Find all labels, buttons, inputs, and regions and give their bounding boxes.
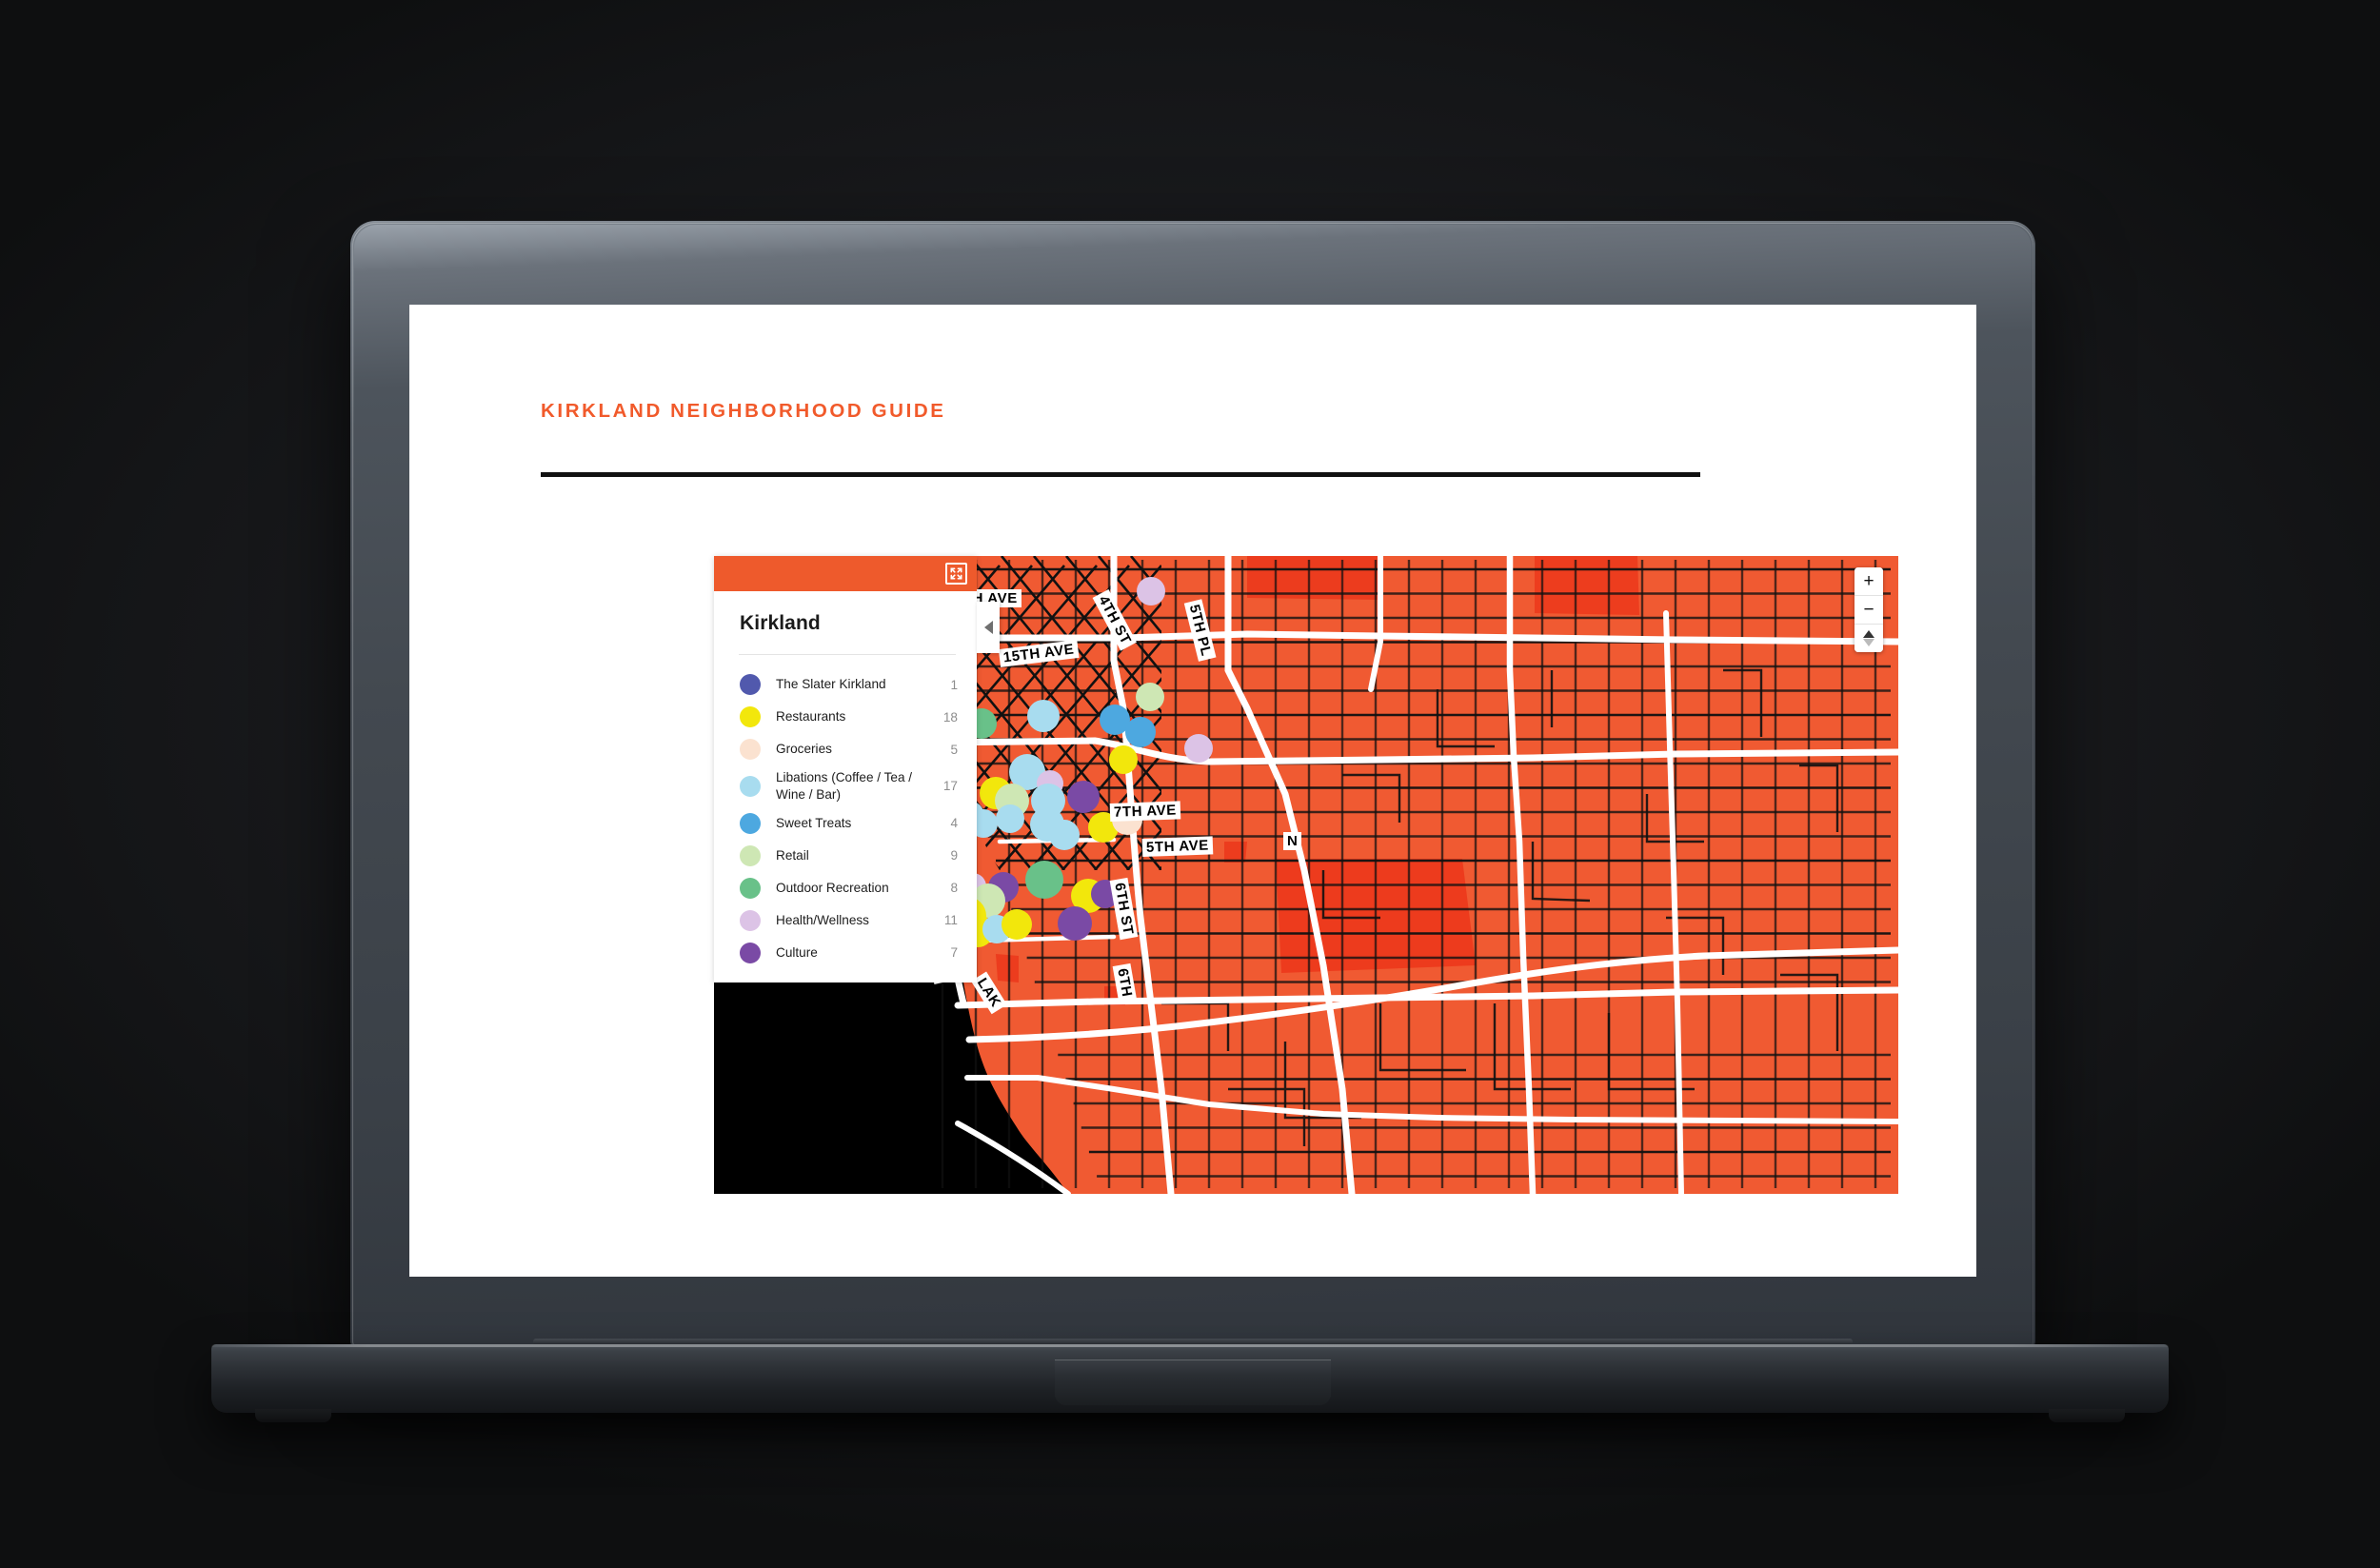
compass-down-arrow-icon — [1863, 639, 1874, 646]
legend-item-count: 7 — [950, 945, 958, 961]
compass-tilt-icon[interactable] — [1854, 625, 1883, 652]
legend-item-label: Libations (Coffee / Tea / Wine / Bar) — [776, 770, 913, 802]
webpage: KIRKLAND NEIGHBORHOOD GUIDE 18TH AVE 4TH … — [409, 305, 1976, 1277]
title-divider-rule — [541, 472, 1700, 477]
street-label: N — [1283, 832, 1302, 850]
legend-item[interactable]: The Slater Kirkland 1 — [714, 668, 977, 701]
legend-item-label: Sweet Treats — [776, 815, 852, 830]
laptop-mockup: KIRKLAND NEIGHBORHOOD GUIDE 18TH AVE 4TH … — [0, 0, 2380, 1568]
legend-body: Kirkland The Slater Kirkland 1 Restaurants… — [714, 591, 977, 982]
laptop-base-notch — [1055, 1360, 1331, 1405]
legend-item-count: 11 — [943, 913, 958, 928]
map-marker[interactable] — [1184, 734, 1213, 763]
map-marker[interactable] — [1025, 861, 1063, 899]
legend-color-swatch — [740, 706, 761, 727]
map-marker[interactable] — [996, 804, 1024, 833]
legend-item-count: 4 — [950, 816, 958, 831]
legend-item-count: 5 — [950, 742, 958, 757]
legend-item-count: 9 — [950, 848, 958, 863]
legend-item[interactable]: Health/Wellness 11 — [714, 904, 977, 937]
legend-item[interactable]: Groceries 5 — [714, 733, 977, 765]
legend-color-swatch — [740, 739, 761, 760]
legend-color-swatch — [740, 674, 761, 695]
legend-color-swatch — [740, 877, 761, 899]
map-marker[interactable] — [1058, 906, 1092, 941]
legend-item-label: Health/Wellness — [776, 912, 869, 927]
laptop-base-highlight — [211, 1344, 2169, 1347]
legend-color-swatch — [740, 909, 761, 931]
laptop-foot-right — [2049, 1409, 2125, 1422]
map-marker[interactable] — [1136, 683, 1164, 711]
street-label: 7TH AVE — [1109, 801, 1181, 822]
chevron-left-icon — [983, 621, 993, 634]
legend-item[interactable]: Retail 9 — [714, 840, 977, 872]
legend-item-label: The Slater Kirkland — [776, 677, 886, 692]
legend-item-label: Retail — [776, 847, 809, 863]
zoom-in-button[interactable]: + — [1854, 567, 1883, 596]
map-marker[interactable] — [1067, 781, 1100, 813]
map-marker[interactable] — [1125, 717, 1156, 747]
legend-header-bar — [714, 556, 977, 591]
legend-item-count: 1 — [950, 677, 958, 692]
map-marker[interactable] — [1049, 820, 1080, 850]
map-legend-panel[interactable]: Kirkland The Slater Kirkland 1 Restaurants… — [714, 556, 977, 982]
legend-color-swatch — [740, 775, 761, 797]
legend-item-label: Groceries — [776, 742, 832, 757]
legend-item-label: Culture — [776, 944, 818, 960]
legend-item[interactable]: Restaurants 18 — [714, 701, 977, 733]
legend-item-count: 8 — [950, 881, 958, 896]
laptop-foot-left — [255, 1409, 331, 1422]
zoom-out-button[interactable]: − — [1854, 596, 1883, 625]
street-label: 5TH AVE — [1141, 836, 1214, 857]
page-title: KIRKLAND NEIGHBORHOOD GUIDE — [541, 400, 946, 422]
fullscreen-expand-icon[interactable] — [945, 563, 967, 585]
map-marker[interactable] — [1137, 577, 1165, 605]
legend-item-count: 17 — [942, 779, 958, 794]
legend-color-swatch — [740, 844, 761, 866]
legend-item-label: Outdoor Recreation — [776, 880, 889, 895]
panel-collapse-button[interactable] — [977, 602, 1000, 653]
map-zoom-controls[interactable]: + − — [1854, 567, 1883, 652]
compass-up-arrow-icon — [1863, 630, 1874, 638]
legend-item-label: Restaurants — [776, 709, 846, 724]
legend-item-count: 18 — [942, 709, 958, 724]
map-marker[interactable] — [1027, 700, 1060, 732]
laptop-screen: KIRKLAND NEIGHBORHOOD GUIDE 18TH AVE 4TH … — [409, 305, 1976, 1277]
legend-color-swatch — [740, 942, 761, 963]
map-marker[interactable] — [1002, 909, 1032, 940]
legend-item[interactable]: Culture 7 — [714, 937, 977, 969]
map-marker[interactable] — [1109, 745, 1138, 774]
legend-heading: Kirkland — [740, 612, 821, 634]
legend-item[interactable]: Libations (Coffee / Tea / Wine / Bar) 17 — [714, 765, 977, 807]
legend-item[interactable]: Outdoor Recreation 8 — [714, 872, 977, 904]
legend-color-swatch — [740, 812, 761, 834]
legend-item[interactable]: Sweet Treats 4 — [714, 807, 977, 840]
legend-list[interactable]: The Slater Kirkland 1 Restaurants 18 Groceri… — [714, 655, 977, 969]
